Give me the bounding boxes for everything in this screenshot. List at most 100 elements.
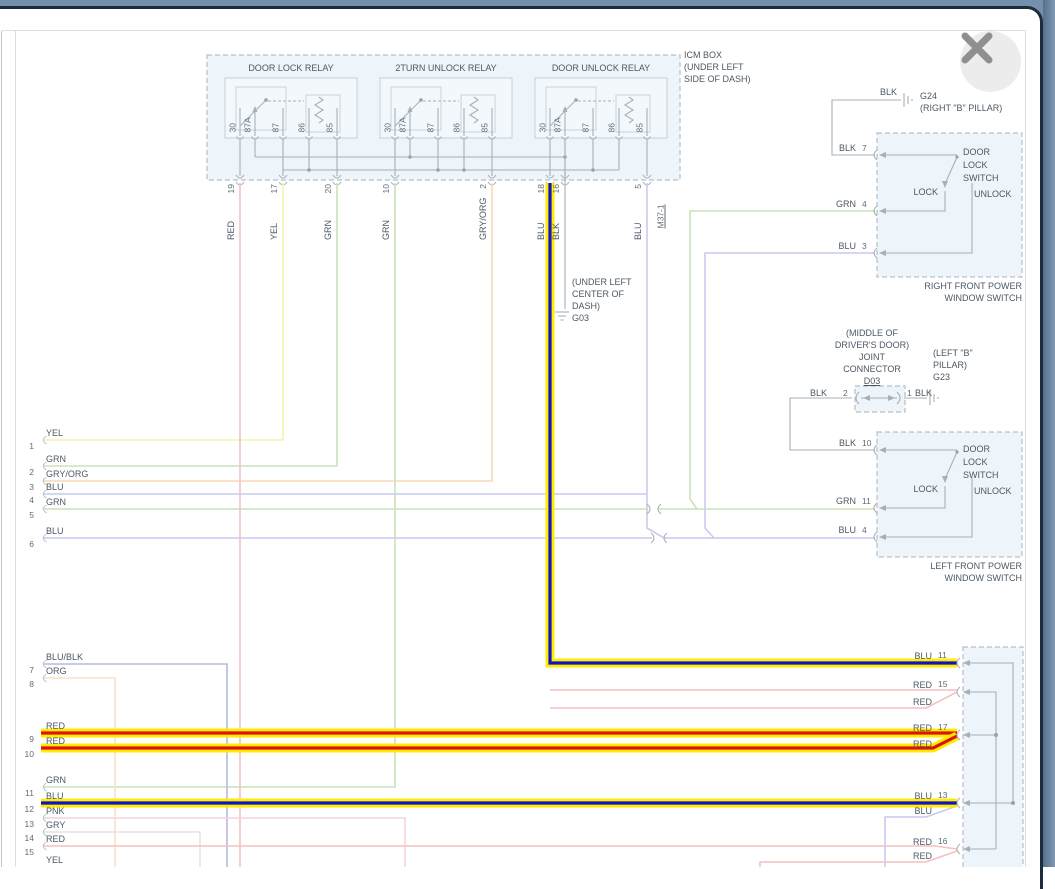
wire-color-label: GRN [824,199,856,210]
wire-color-label: BLK [880,87,897,98]
wire-color-label: RED [226,221,236,240]
relay-pin-number: 85 [325,107,336,133]
pin-number-label: 15 [938,679,947,690]
row-number: 3 [20,482,34,493]
icm-wire-label: BLU5 [633,184,643,240]
ground-location-label: (RIGHT "B" PILLAR) [920,103,1002,114]
pin-number-label: 19 [226,184,236,193]
component-caption: LEFT FRONT POWER [850,561,1022,572]
row-number: 15 [20,847,34,858]
component-caption: WINDOW SWITCH [850,293,1022,304]
ground-location-label: PILLAR) [933,360,967,371]
wire-color-label: GRN [381,220,391,240]
row-number: 10 [20,749,34,760]
ground-id-label: G24 [920,91,937,102]
ground-id-label: G03 [572,313,589,324]
wire-color-label: YEL [46,855,63,866]
relay-pin-number: 86 [297,107,308,133]
wire-color-label: RED [46,721,65,732]
component-caption: WINDOW SWITCH [850,573,1022,584]
pin-number-label: 17 [269,184,279,193]
switch-position-label: LOCK [898,484,938,495]
relay-pin-number: 85 [635,107,646,133]
pin-number-label: 20 [323,184,333,193]
wire-color-label: GRN [824,496,856,507]
dashed-component-box [963,647,1023,867]
switch-title: SWITCH [963,173,999,184]
pin-number-label: 4 [862,525,867,536]
relay-pin-number: 87A [398,107,409,133]
pin-number-label: 18 [536,184,546,193]
wire-color-label: BLU [824,525,856,536]
wire-color-label: GRY [46,820,65,831]
relay-title: DOOR LOCK RELAY [225,63,357,74]
pin-number-label: 7 [862,143,867,154]
close-button[interactable] [960,31,1021,92]
joint-connector-label: CONNECTOR [810,364,934,375]
switch-position-label: UNLOCK [974,486,1012,497]
ground-location-label: (LEFT "B" [933,348,973,359]
wire-color-label: RED [898,697,932,708]
wire-color-label: RED [46,736,65,747]
wire-color-label: BLU [46,482,64,493]
pin-number-label: 16 [938,836,947,847]
relay-pin-number: 87A [243,107,254,133]
wire-color-label: GRN [323,220,333,240]
connector-id-label: M37-1 [656,187,667,229]
pin-number-label: 16 [551,184,561,193]
close-icon [960,31,994,65]
wiring-diagram-panel: ICM BOX (UNDER LEFT SIDE OF DASH) DOOR L… [0,0,1055,867]
relay-pin-number: 87 [271,107,282,133]
wire-color-label: RED [898,739,932,750]
wire-color-label: RED [898,837,932,848]
relay-pin-number: 86 [452,107,463,133]
pin-number-label: 3 [862,241,867,252]
icm-wire-label: BLK16 [551,184,561,240]
pin-number-label: 10 [381,184,391,193]
wire-color-label: RED [46,834,65,845]
relay-pin-number: 30 [538,107,549,133]
row-number: 5 [20,510,34,521]
ground-location-label: (UNDER LEFT [572,277,632,288]
row-number: 11 [20,788,34,799]
wire-color-label: BLK [915,388,932,399]
pin-number-label: 4 [862,199,867,210]
wire-color-label: BLU [898,651,932,662]
row-number: 8 [20,679,34,690]
relay-title: 2TURN UNLOCK RELAY [380,63,512,74]
pin-number-label: 1 [907,388,912,399]
icm-wire-label: BLU18 [536,184,546,240]
ground-location-label: CENTER OF [572,289,624,300]
relay-pin-number: 30 [228,107,239,133]
wire-color-label: PNK [46,806,65,817]
pin-number-label: 10 [862,438,871,449]
icm-wire-label: GRY/ORG2 [478,184,488,240]
pin-number-label: 11 [938,650,947,661]
icm-box-label: (UNDER LEFT [684,62,744,73]
wire-color-label: BLK [824,438,856,449]
wire-color-label: GRN [46,454,66,465]
row-number: 6 [20,539,34,550]
relay-title: DOOR UNLOCK RELAY [535,63,667,74]
component-caption: RIGHT FRONT POWER [850,281,1022,292]
wire-color-label: BLU [824,241,856,252]
pin-number-label: 5 [633,184,643,189]
icm-wire-label: GRN 20 [323,184,333,240]
wire-color-label: ORG [46,666,67,677]
wire-color-label: GRN [46,775,66,786]
pin-number-label: 11 [862,496,871,507]
wire-color-label: BLU [46,526,64,537]
switch-title: DOOR [963,444,990,455]
icm-wire-label: YEL17 [269,184,279,240]
row-number: 13 [20,819,34,830]
wire-color-label: BLU [898,791,932,802]
wire-color-label: YEL [46,428,63,439]
switch-title: LOCK [963,457,988,468]
pin-number-label: 2 [843,388,848,399]
relay-pin-number: 87 [426,107,437,133]
icm-box-label: ICM BOX [684,50,722,61]
switch-position-label: UNLOCK [974,189,1012,200]
row-number: 12 [20,804,34,815]
wire-color-label: BLU/BLK [46,652,83,663]
wire-color-label: BLK [810,388,827,399]
